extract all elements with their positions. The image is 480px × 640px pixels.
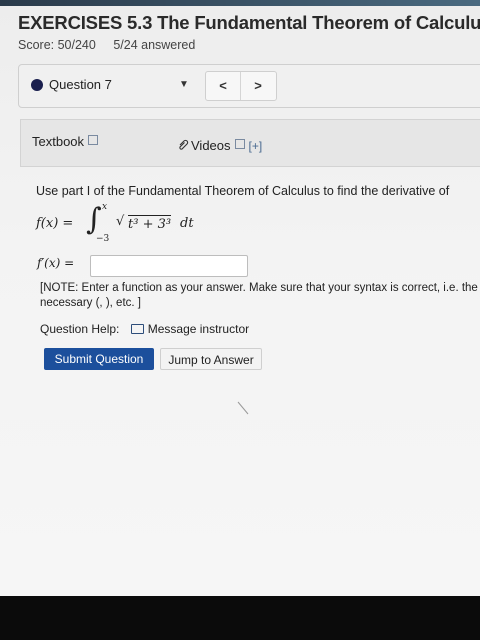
syntax-note: [NOTE: Enter a function as your answer. …: [40, 282, 478, 309]
question-help: Question Help: Message instructor: [40, 322, 249, 336]
triangle-down-icon[interactable]: ▼: [179, 79, 189, 90]
differential: dt: [180, 216, 194, 231]
envelope-icon: [130, 324, 144, 334]
message-instructor-link[interactable]: Message instructor: [130, 322, 250, 336]
integral-upper-limit: x: [102, 202, 108, 212]
integral-sign: ∫: [86, 202, 102, 237]
message-instructor-label: Message instructor: [147, 322, 250, 336]
square-root-sign: √: [116, 214, 125, 229]
score-text: Score: 50/240: [18, 38, 96, 52]
jump-to-answer-button[interactable]: Jump to Answer: [160, 348, 262, 370]
submit-question-button[interactable]: Submit Question: [44, 348, 154, 370]
videos-link[interactable]: Videos [+]: [177, 138, 262, 153]
question-selector-bar[interactable]: Question 7 ▼ < >: [18, 64, 480, 108]
formula-lhs: f(x) =: [36, 216, 74, 231]
answered-count: 5/24 answered: [113, 38, 196, 52]
question-prompt: Use part I of the Fundamental Theorem of…: [36, 184, 450, 198]
next-question-button[interactable]: >: [241, 72, 275, 100]
score-line: Score: 50/240 5/24 answered: [18, 38, 195, 52]
answer-input[interactable]: [90, 255, 248, 277]
monitor-bezel: [0, 596, 480, 640]
help-label: Question Help:: [40, 322, 120, 336]
textbook-link[interactable]: Textbook: [32, 134, 99, 149]
current-question-dot: [31, 79, 43, 91]
integral-lower-limit: −3: [96, 234, 110, 244]
paperclip-icon: [179, 139, 189, 150]
videos-label: Videos: [191, 138, 231, 153]
question-nav: < >: [205, 71, 277, 101]
videos-expand-toggle[interactable]: [+]: [249, 139, 263, 153]
external-link-icon: [234, 139, 245, 149]
answer-label: f′(x) =: [37, 256, 75, 270]
mouse-cursor-icon: [237, 401, 249, 415]
question-label[interactable]: Question 7: [49, 77, 112, 92]
textbook-label: Textbook: [32, 134, 85, 149]
browser-page: EXERCISES 5.3 The Fundamental Theorem of…: [0, 6, 480, 596]
resources-bar: Textbook Videos [+]: [20, 119, 480, 167]
external-link-icon: [88, 135, 99, 145]
page-title: EXERCISES 5.3 The Fundamental Theorem of…: [18, 12, 480, 33]
previous-question-button[interactable]: <: [206, 72, 241, 100]
integral-formula: f(x) = ∫ x −3 √ t³ + 3³ dt: [36, 202, 236, 246]
integrand: t³ + 3³: [128, 215, 172, 232]
